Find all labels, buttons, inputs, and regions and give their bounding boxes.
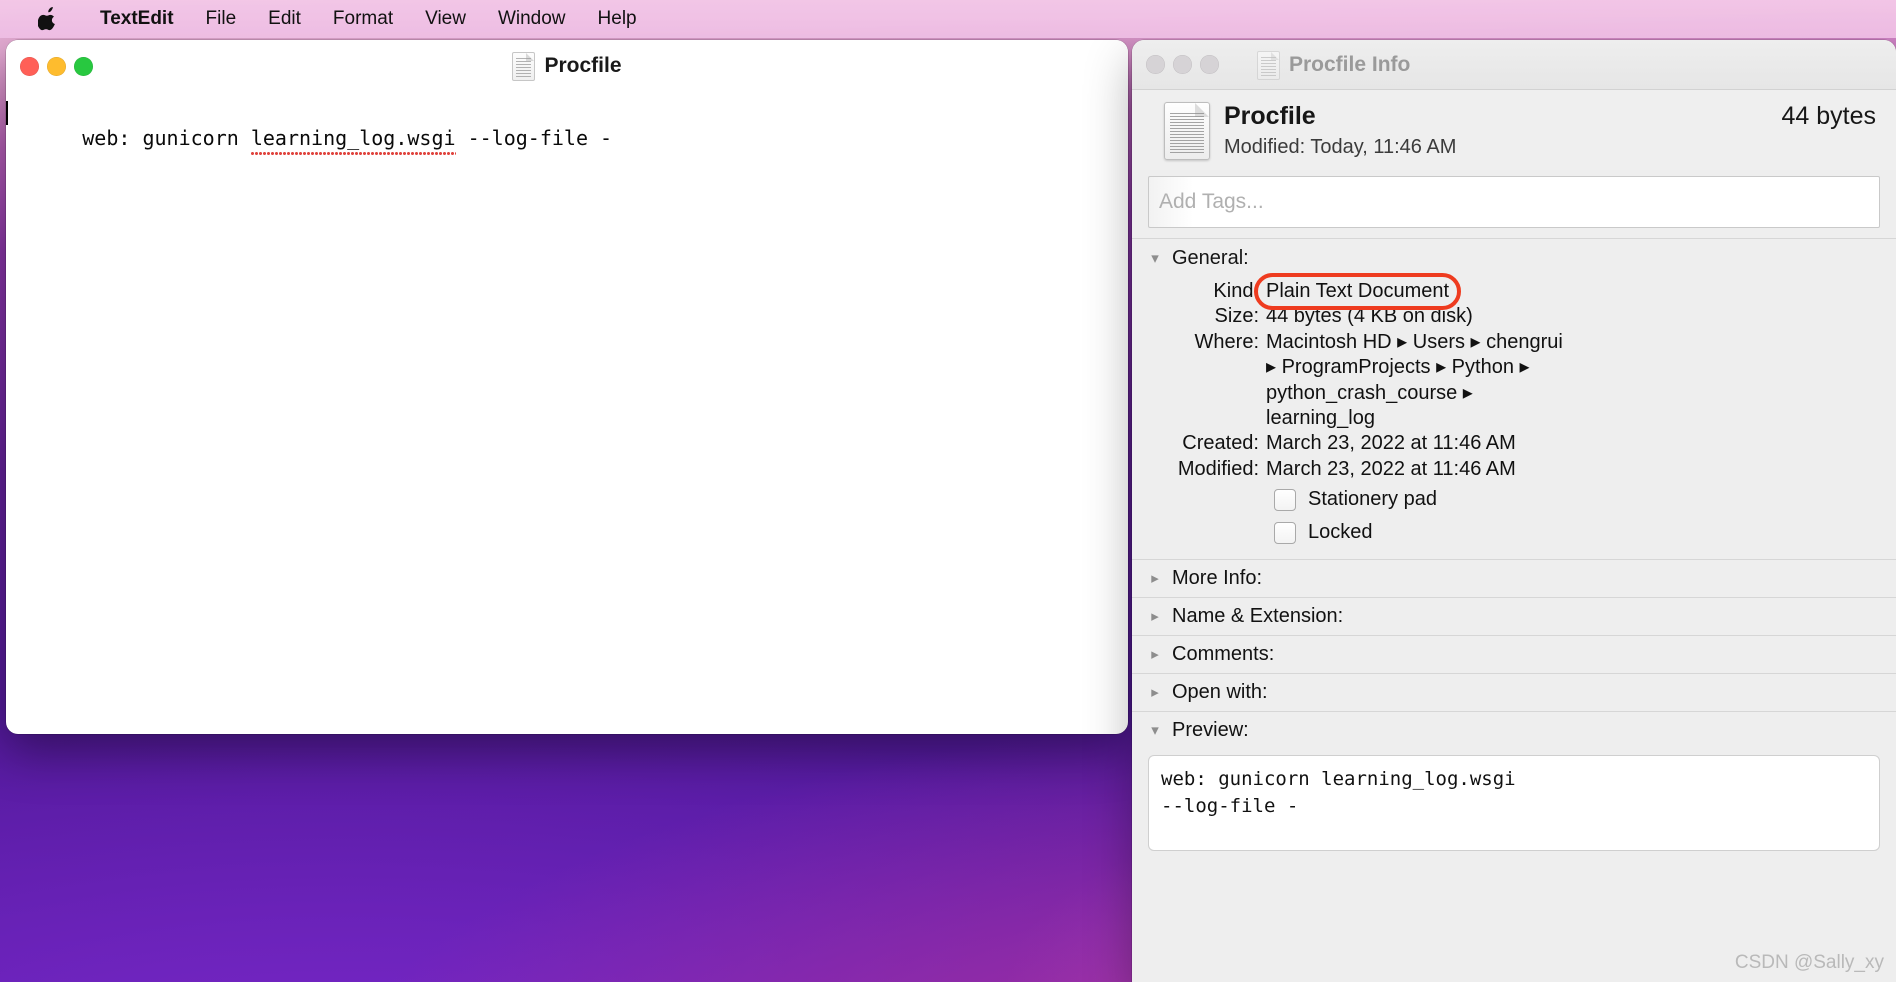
document-text[interactable]: web: gunicorn learning_log.wsgi --log-fi… [6,98,612,179]
info-window[interactable]: Procfile Info Procfile 44 bytes Modified… [1132,40,1896,982]
locked-row[interactable]: Locked [1156,516,1872,549]
info-title: Procfile Info [1132,40,1896,90]
where-value-line3: python_crash_course ▸ [1266,381,1473,404]
size-value: 44 bytes (4 KB on disk) [1266,305,1473,328]
section-open-with-label: Open with: [1172,681,1268,704]
section-open-with[interactable]: ▸ Open with: [1132,673,1896,711]
textedit-window[interactable]: Procfile web: gunicorn learning_log.wsgi… [6,40,1128,734]
textedit-titlebar[interactable]: Procfile [6,40,1128,92]
section-name-extension-label: Name & Extension: [1172,605,1344,628]
file-name: Procfile [1224,102,1316,130]
chevron-down-icon: ▾ [1151,250,1159,267]
document-icon [512,51,536,81]
modified-value: March 23, 2022 at 11:46 AM [1266,457,1516,480]
section-name-extension[interactable]: ▸ Name & Extension: [1132,597,1896,635]
section-comments[interactable]: ▸ Comments: [1132,635,1896,673]
file-modified-summary: Modified: Today, 11:46 AM [1224,136,1457,158]
document-text-prefix: web: gunicorn [82,126,251,150]
chevron-right-icon: ▸ [1151,646,1159,664]
where-row: Where: Macintosh HD ▸ Users ▸ chengrui [1156,331,1872,354]
kind-label: Kind: [1213,280,1259,302]
text-caret [6,101,8,125]
menu-item-view[interactable]: View [409,0,482,38]
chevron-right-icon: ▸ [1151,570,1159,588]
locked-label: Locked [1308,521,1373,544]
created-row: Created: March 23, 2022 at 11:46 AM [1156,432,1872,455]
window-controls [6,56,93,76]
section-general-label: General: [1172,247,1249,269]
modified-label: Modified: [1177,457,1259,480]
tags-input[interactable]: Add Tags... [1148,176,1880,228]
info-window-controls [1132,55,1219,74]
info-close-button[interactable] [1146,55,1165,74]
section-more-info-label: More Info: [1172,567,1263,590]
section-preview[interactable]: ▾ Preview: [1132,711,1896,749]
maximize-button[interactable] [74,56,93,76]
menu-item-file[interactable]: File [190,0,253,38]
section-preview-label: Preview: [1172,719,1249,742]
menu-item-window[interactable]: Window [482,0,582,38]
apple-logo-icon[interactable] [38,7,58,31]
preview-content: web: gunicorn learning_log.wsgi --log-fi… [1148,755,1880,852]
document-icon [1257,50,1280,80]
kind-value: Plain Text Document [1266,280,1450,302]
tags-placeholder: Add Tags... [1159,190,1264,213]
stationery-pad-checkbox[interactable] [1274,488,1296,511]
section-more-info[interactable]: ▸ More Info: [1132,559,1896,597]
size-row: Size: 44 bytes (4 KB on disk) [1156,305,1872,328]
where-row-cont: python_crash_course ▸ [1156,382,1872,405]
file-icon[interactable] [1164,102,1210,160]
section-general-body: Kind: Plain Text Document Size: 44 bytes… [1132,273,1896,559]
file-size: 44 bytes [1781,102,1876,130]
stationery-pad-label: Stationery pad [1308,488,1437,511]
info-title-label: Procfile Info [1289,53,1411,76]
info-titlebar[interactable]: Procfile Info [1132,40,1896,90]
info-maximize-button[interactable] [1200,55,1219,74]
where-row-cont: ▸ ProgramProjects ▸ Python ▸ [1156,356,1872,379]
stationery-pad-row[interactable]: Stationery pad [1156,483,1872,516]
where-value-line4: learning_log [1266,406,1375,429]
minimize-button[interactable] [47,56,66,76]
locked-checkbox[interactable] [1274,521,1296,544]
section-comments-label: Comments: [1172,643,1275,666]
menu-item-edit[interactable]: Edit [252,0,317,38]
document-text-misspelled: learning_log.wsgi [250,126,456,150]
menu-item-textedit[interactable]: TextEdit [84,0,190,38]
menu-item-format[interactable]: Format [317,0,409,38]
created-label: Created: [1182,432,1259,455]
chevron-down-icon: ▾ [1151,722,1159,740]
info-content: Procfile 44 bytes Modified: Today, 11:46… [1132,90,1896,982]
menu-item-help[interactable]: Help [582,0,653,38]
file-summary: Procfile 44 bytes Modified: Today, 11:46… [1132,90,1896,170]
where-label: Where: [1194,330,1259,353]
chevron-right-icon: ▸ [1151,608,1159,626]
kind-row-wrap: Kind: Plain Text Document [1156,273,1872,311]
where-value-line1: Macintosh HD ▸ Users ▸ chengrui [1266,330,1563,353]
chevron-right-icon: ▸ [1151,684,1159,702]
modified-row: Modified: March 23, 2022 at 11:46 AM [1156,458,1872,481]
close-button[interactable] [20,56,39,76]
where-value-line2: ▸ ProgramProjects ▸ Python ▸ [1266,356,1530,379]
info-minimize-button[interactable] [1173,55,1192,74]
textedit-title-label: Procfile [544,54,622,77]
textedit-title: Procfile [6,40,1128,92]
document-text-suffix: --log-file - [455,126,613,150]
section-general-header[interactable]: ▾ General: [1132,239,1896,278]
textedit-document-area[interactable]: web: gunicorn learning_log.wsgi --log-fi… [6,92,1128,179]
where-row-cont: learning_log [1156,407,1872,430]
size-label: Size: [1214,305,1259,328]
menu-bar: TextEdit File Edit Format View Window He… [0,0,1896,38]
created-value: March 23, 2022 at 11:46 AM [1266,432,1516,455]
kind-value-highlighted: Plain Text Document [1254,273,1462,311]
